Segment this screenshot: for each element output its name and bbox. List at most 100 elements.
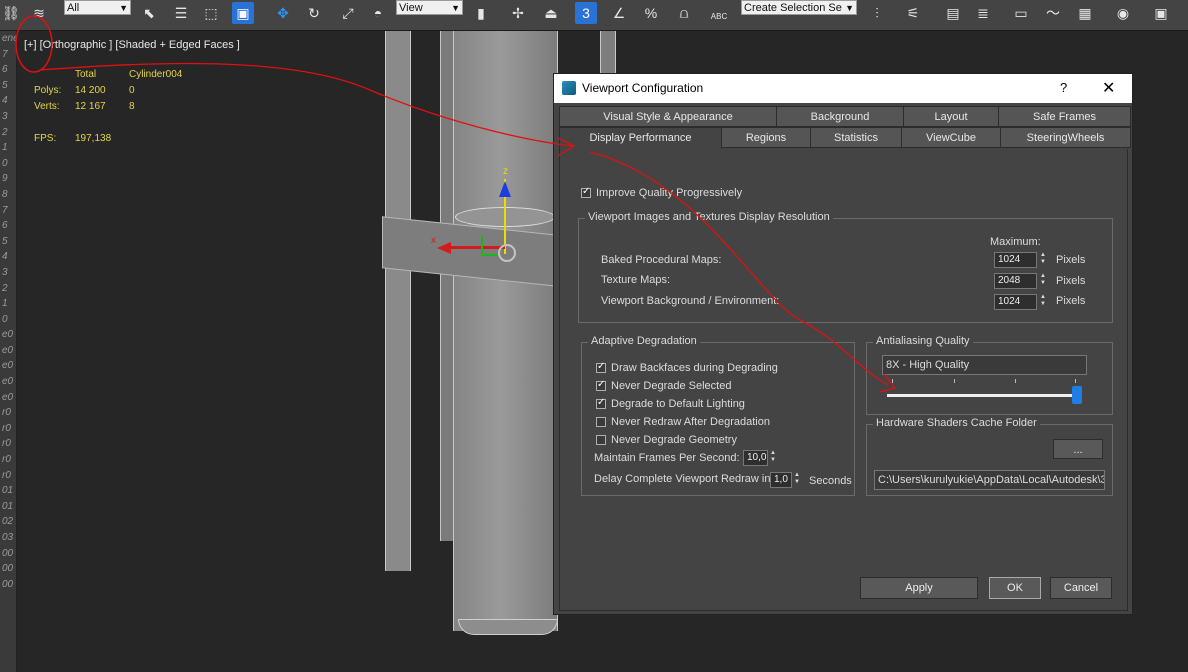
move-icon[interactable]: ✥ [272,2,294,24]
dialog-titlebar[interactable]: Viewport Configuration ? ✕ [554,74,1132,103]
delay-redraw-spinner[interactable]: 1,0 ▲ ▼ [770,472,800,488]
keyboard-shortcut-icon[interactable]: ⏏ [540,2,562,24]
texture-maps-spinner[interactable]: 2048 ▲ ▼ [994,273,1046,289]
column-left[interactable] [385,31,411,571]
spinner-arrows-icon[interactable]: ▲ ▼ [1038,252,1048,268]
tab-background[interactable]: Background [776,106,904,127]
scene-explorer-item[interactable]: r0 [0,436,16,452]
mirror-icon[interactable]: ⫶ [866,2,888,24]
spinner-arrows-icon[interactable]: ▲ ▼ [792,472,802,488]
scene-explorer-item[interactable]: 1 [0,296,16,312]
improve-quality-checkbox[interactable] [581,186,591,198]
scene-explorer-item[interactable]: 6 [0,218,16,234]
percent-snap-icon[interactable]: % [640,2,662,24]
scene-explorer-item[interactable]: 02 [0,514,16,530]
help-button[interactable]: ? [1060,80,1067,95]
scene-explorer-item[interactable]: 6 [0,62,16,78]
schematic-view-icon[interactable]: ▦ [1074,2,1096,24]
scene-explorer-item[interactable]: 4 [0,93,16,109]
link-icon[interactable]: ⛓ [0,2,22,24]
layer-explorer-icon[interactable]: ▤ [942,2,964,24]
select-object-icon[interactable]: ⬉ [138,2,160,24]
scene-explorer-item[interactable]: 3 [0,109,16,125]
never-redraw-checkbox[interactable] [596,417,606,427]
snaps-toggle-icon[interactable]: 3 [575,2,597,24]
antialiasing-slider-thumb[interactable] [1072,386,1082,404]
never-degrade-selected-checkbox[interactable] [596,379,606,391]
scene-explorer-item[interactable]: r0 [0,421,16,437]
gizmo-z-arrow-icon[interactable] [499,181,511,197]
edit-named-sets-icon[interactable]: ABC [708,2,730,24]
tab-visual-style[interactable]: Visual Style & Appearance [559,106,777,127]
scene-explorer-item[interactable]: 03 [0,530,16,546]
close-button[interactable]: ✕ [1102,78,1115,98]
scene-explorer-item[interactable]: 01 [0,499,16,515]
tab-viewcube[interactable]: ViewCube [901,127,1001,148]
rect-selection-icon[interactable]: ⬚ [200,2,222,24]
scene-explorer-item[interactable]: 1 [0,140,16,156]
apply-button[interactable]: Apply [860,577,978,599]
spinner-arrows-icon[interactable]: ▲ ▼ [1038,273,1048,289]
layers-icon[interactable]: ≣ [972,2,994,24]
draw-backfaces-checkbox[interactable] [596,361,606,373]
scene-explorer-item[interactable]: 5 [0,78,16,94]
scene-explorer-item[interactable]: 00 [0,561,16,577]
toggle-ribbon-icon[interactable]: ▭ [1010,2,1032,24]
gizmo-y-plane[interactable] [481,236,497,256]
curve-editor-icon[interactable]: 〜 [1042,2,1064,24]
window-crossing-icon[interactable]: ▣ [232,2,254,24]
pivot-center-icon[interactable]: ▮ [470,2,492,24]
scene-explorer-item[interactable]: e0 [0,327,16,343]
scene-explorer-item[interactable]: e0 [0,374,16,390]
spinner-arrows-icon[interactable]: ▲ ▼ [1038,294,1048,310]
select-by-name-icon[interactable]: ☰ [170,2,192,24]
tab-statistics[interactable]: Statistics [810,127,902,148]
tab-safe-frames[interactable]: Safe Frames [998,106,1131,127]
tab-layout[interactable]: Layout [903,106,999,127]
scene-explorer-item[interactable]: 00 [0,577,16,593]
viewport-label[interactable]: [+] [Orthographic ] [Shaded + Edged Face… [24,39,240,51]
degrade-default-lighting-checkbox[interactable] [596,397,606,409]
tab-steeringwheels[interactable]: SteeringWheels [1000,127,1131,148]
viewport-background-spinner[interactable]: 1024 ▲ ▼ [994,294,1046,310]
maintain-fps-spinner[interactable]: 10,0 ▲ ▼ [743,450,776,466]
cylinder-base[interactable] [458,619,558,635]
antialiasing-slider-track[interactable] [887,394,1077,397]
cancel-button[interactable]: Cancel [1050,577,1112,599]
scene-explorer-item[interactable]: e0 [0,390,16,406]
scene-explorer-item[interactable]: r0 [0,468,16,484]
render-setup-icon[interactable]: ▣ [1150,2,1172,24]
tab-regions[interactable]: Regions [721,127,811,148]
scene-explorer-item[interactable]: r0 [0,405,16,421]
material-editor-icon[interactable]: ◉ [1112,2,1134,24]
ok-button[interactable]: OK [989,577,1041,599]
scene-explorer-item[interactable]: 00 [0,546,16,562]
scene-explorer-item[interactable]: 3 [0,265,16,281]
placement-icon[interactable]: ◓ [367,2,389,24]
select-manipulate-icon[interactable]: ✢ [507,2,529,24]
scene-explorer-item[interactable]: 8 [0,187,16,203]
browse-folder-button[interactable]: ... [1053,439,1103,459]
scene-explorer-item[interactable]: e0 [0,343,16,359]
align-icon[interactable]: ⚟ [902,2,924,24]
rotate-icon[interactable]: ↻ [303,2,325,24]
scale-icon[interactable]: ⤢ [337,2,359,24]
scene-explorer-item[interactable]: 2 [0,281,16,297]
named-selection-set-select[interactable]: Create Selection Se ▼ [741,0,857,15]
spinner-arrows-icon[interactable]: ▲ ▼ [768,450,778,466]
scene-explorer-item[interactable]: 9 [0,171,16,187]
angle-snap-icon[interactable]: ∠ [608,2,630,24]
scene-explorer-item[interactable]: e0 [0,358,16,374]
scene-explorer-item[interactable]: 5 [0,234,16,250]
scene-explorer-item[interactable]: 01 [0,483,16,499]
shader-cache-path[interactable]: C:\Users\kurulyukie\AppData\Local\Autode… [874,470,1105,490]
cylinder-main[interactable] [453,31,558,631]
bind-spacewarp-icon[interactable]: ≋ [28,2,50,24]
tab-display-performance[interactable]: Display Performance [559,127,722,150]
scene-explorer-item[interactable]: 0 [0,156,16,172]
scene-explorer-item[interactable]: 0 [0,312,16,328]
baked-maps-spinner[interactable]: 1024 ▲ ▼ [994,252,1046,268]
scene-explorer-item[interactable]: 7 [0,47,16,63]
selection-filter-select[interactable]: All ▼ [64,0,131,15]
scene-explorer-item[interactable]: ene [0,31,16,47]
